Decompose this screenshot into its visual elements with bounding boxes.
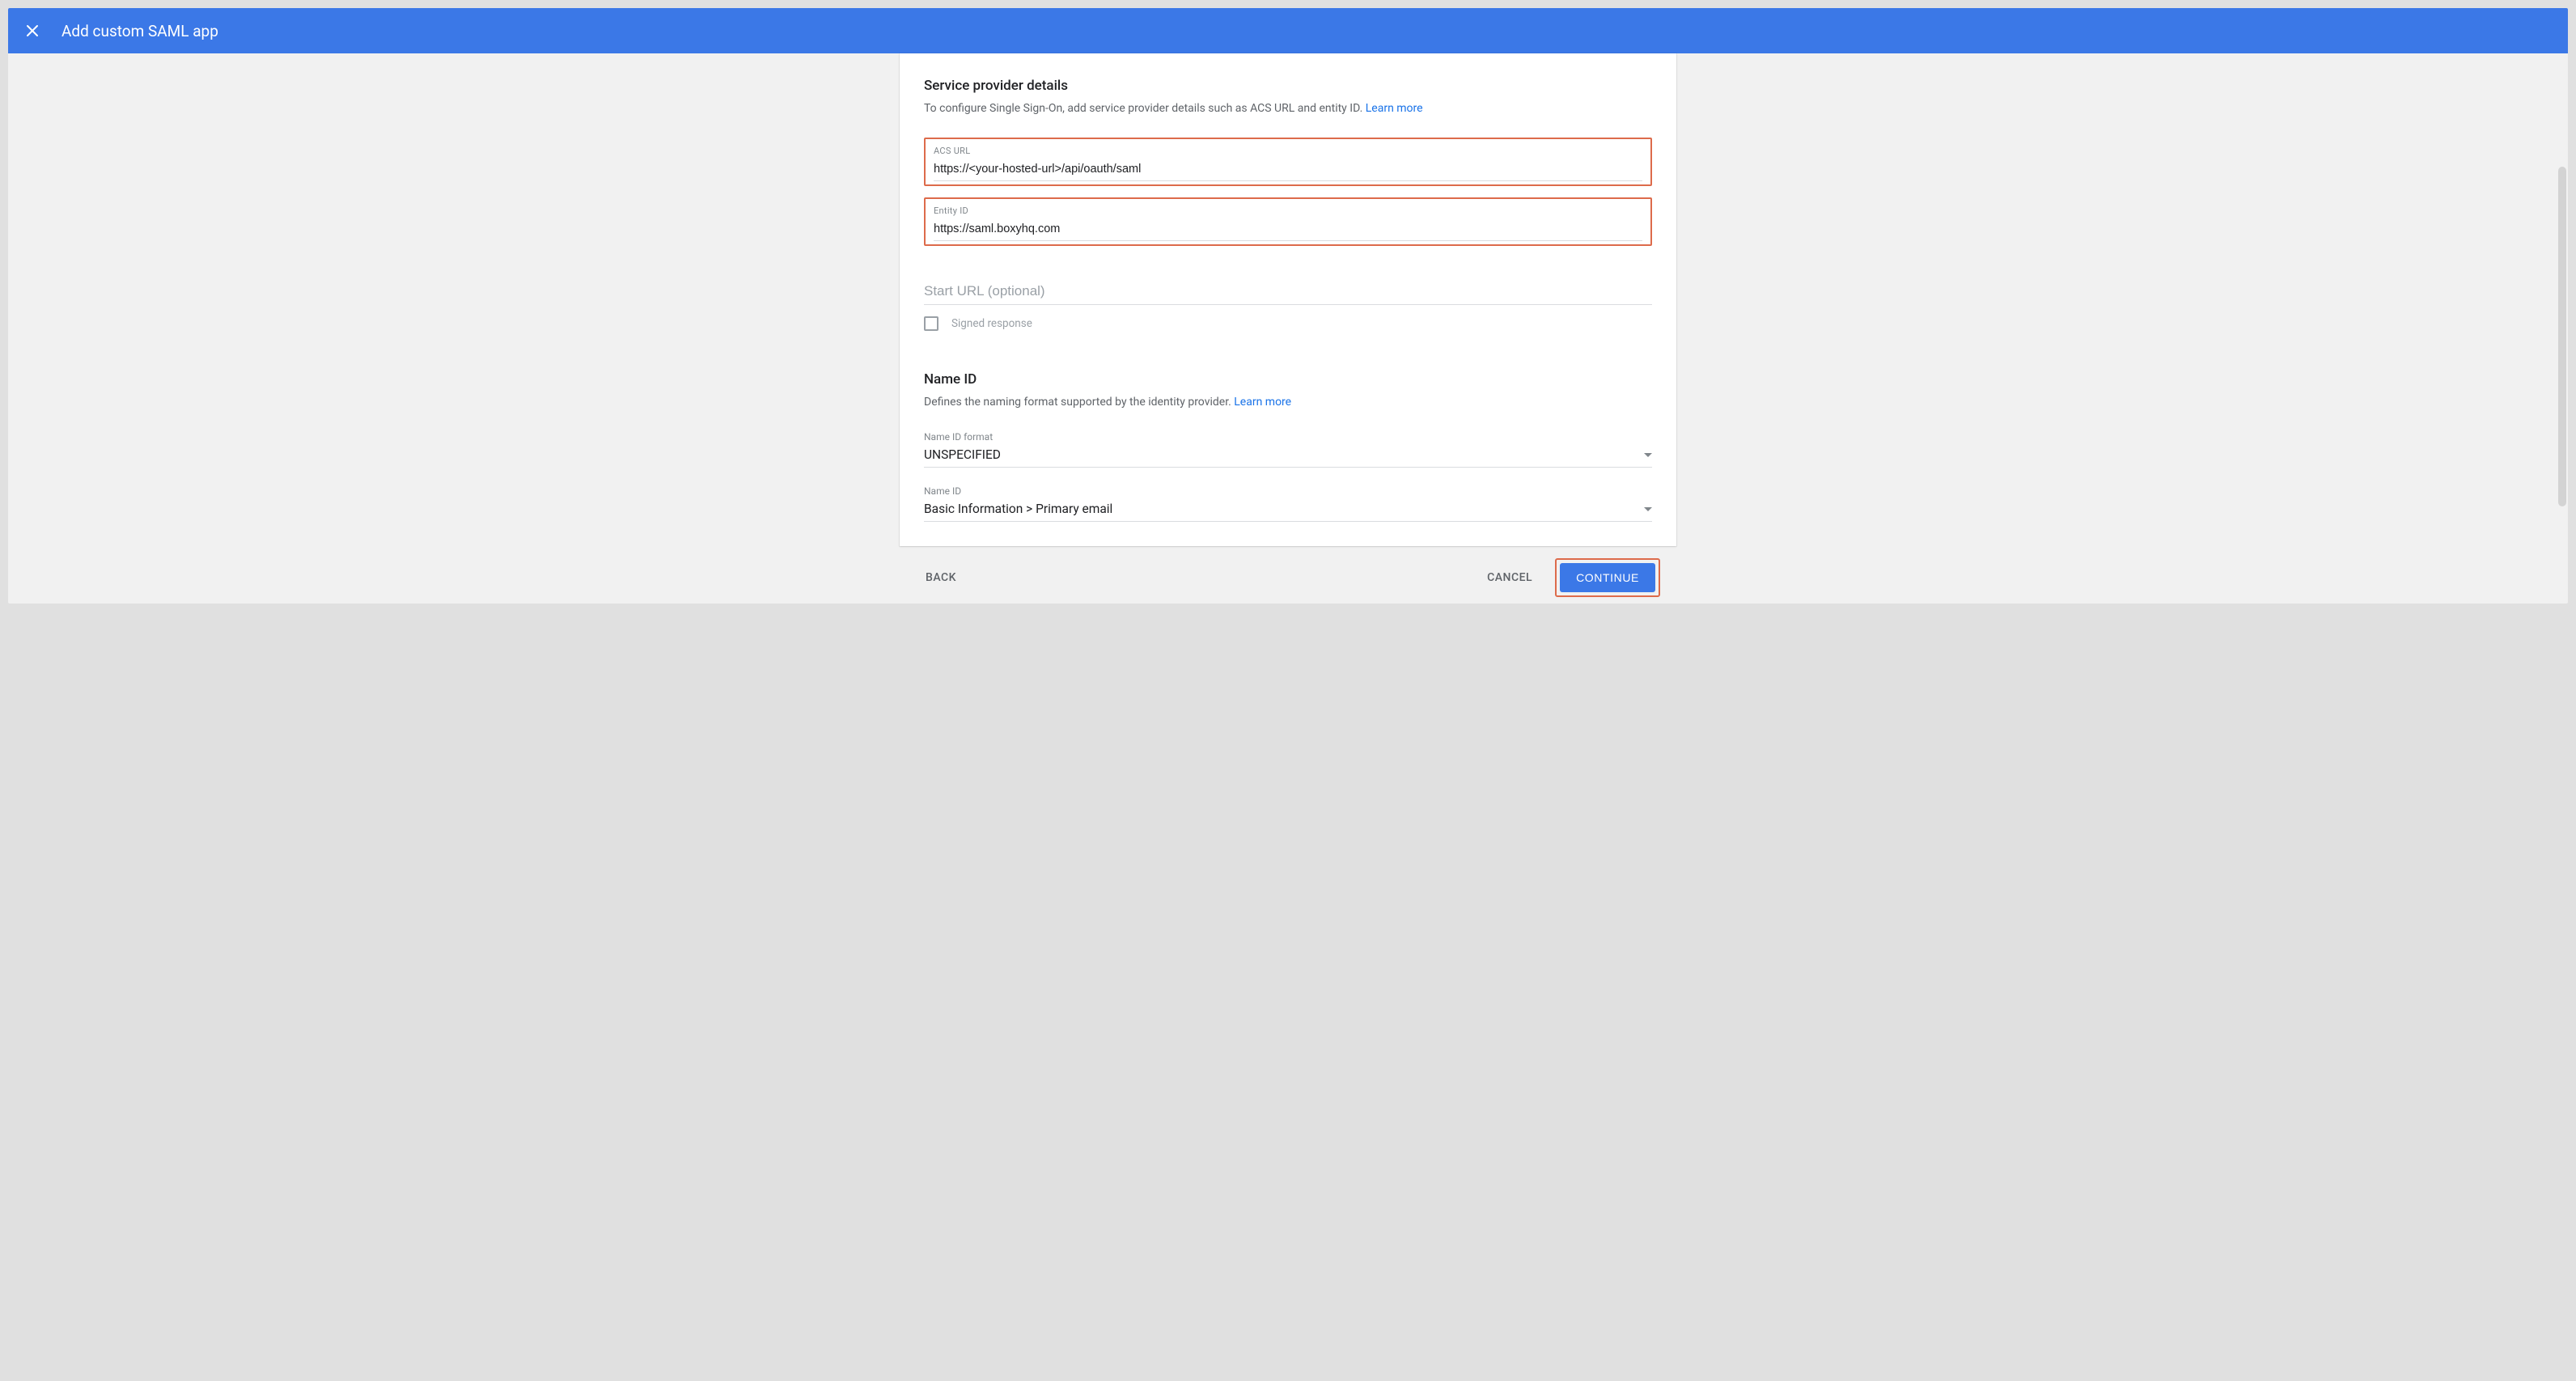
section-desc-service-provider: To configure Single Sign-On, add service… [924,102,1652,115]
section-heading-service-provider: Service provider details [924,78,1652,94]
entity-id-label: Entity ID [934,205,1642,216]
chevron-down-icon [1644,453,1652,457]
signed-response-row: Signed response [924,316,1652,331]
footer-right-buttons: CANCEL CONTINUE [1477,558,1660,597]
back-button[interactable]: BACK [916,565,966,591]
name-id-field: Name ID Basic Information > Primary emai… [924,485,1652,522]
form-card: Service provider details To configure Si… [900,53,1676,546]
footer-bar: BACK CANCEL CONTINUE [8,552,2568,604]
learn-more-link[interactable]: Learn more [1366,102,1423,115]
section-heading-name-id: Name ID [924,371,1652,388]
entity-id-input[interactable] [934,219,1642,241]
learn-more-link-name-id[interactable]: Learn more [1234,396,1291,409]
name-id-value: Basic Information > Primary email [924,502,1112,516]
dialog-container: Add custom SAML app Service provider det… [8,8,2568,604]
signed-response-label: Signed response [951,317,1032,330]
continue-button-highlight: CONTINUE [1555,558,1660,597]
name-id-format-value: UNSPECIFIED [924,447,1001,462]
name-id-format-select[interactable]: UNSPECIFIED [924,447,1652,468]
name-id-label: Name ID [924,485,1652,497]
acs-url-label: ACS URL [934,146,1642,156]
name-id-select[interactable]: Basic Information > Primary email [924,502,1652,522]
signed-response-checkbox[interactable] [924,316,938,331]
chevron-down-icon [1644,507,1652,511]
acs-url-input[interactable] [934,159,1642,181]
continue-button[interactable]: CONTINUE [1560,563,1655,592]
entity-id-field-highlight: Entity ID [924,197,1652,246]
cancel-button[interactable]: CANCEL [1477,565,1542,591]
dialog-header: Add custom SAML app [8,8,2568,53]
close-icon[interactable] [23,21,42,40]
scrollbar-thumb[interactable] [2558,167,2566,506]
content-area: Service provider details To configure Si… [8,53,2568,604]
name-id-format-label: Name ID format [924,431,1652,443]
acs-url-field-highlight: ACS URL [924,138,1652,186]
name-id-format-field: Name ID format UNSPECIFIED [924,431,1652,468]
start-url-field [924,278,1652,305]
start-url-input[interactable] [924,278,1652,305]
dialog-title: Add custom SAML app [61,22,218,40]
section-desc-name-id-text: Defines the naming format supported by t… [924,396,1234,409]
section-desc-text: To configure Single Sign-On, add service… [924,102,1366,115]
section-desc-name-id: Defines the naming format supported by t… [924,396,1652,409]
